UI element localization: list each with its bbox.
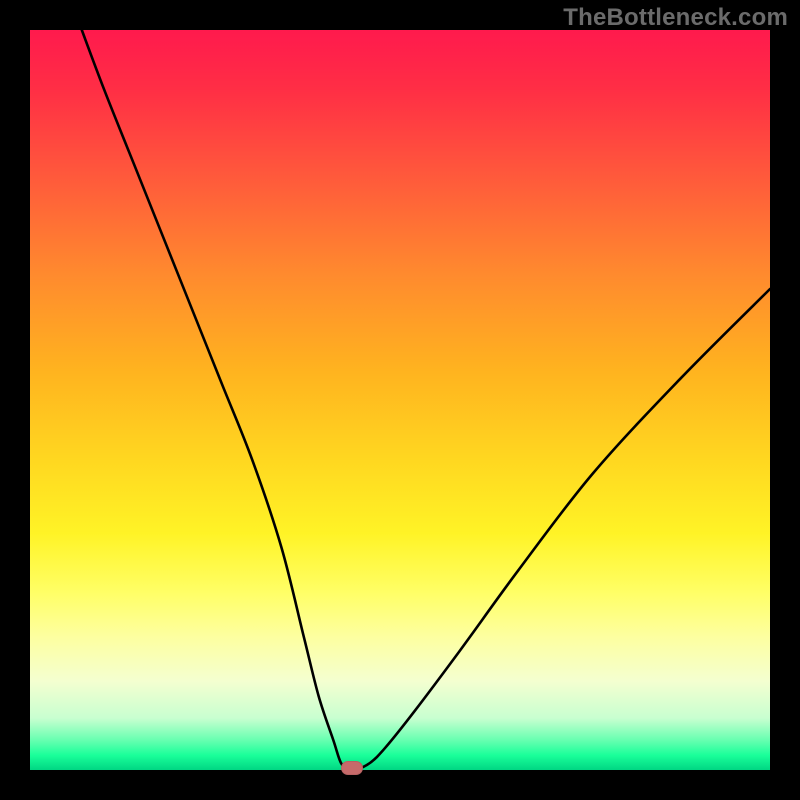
watermark-text: TheBottleneck.com [563,4,788,32]
bottleneck-curve-path [82,30,770,771]
curve-svg [30,30,770,770]
chart-frame: TheBottleneck.com [0,0,800,800]
plot-area [30,30,770,770]
optimal-point-marker [341,761,363,775]
